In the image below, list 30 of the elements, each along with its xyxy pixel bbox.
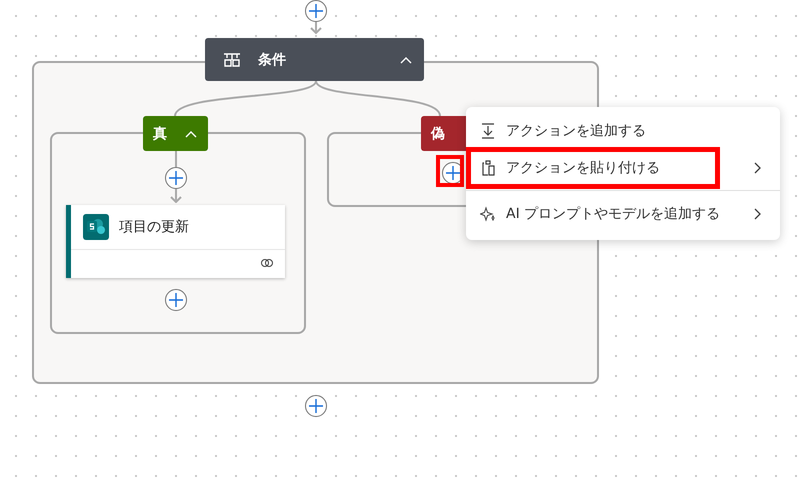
sparkle-icon [480, 206, 496, 222]
condition-icon [222, 52, 242, 68]
menu-item-label: AI プロンプトやモデルを追加する [506, 204, 722, 222]
menu-item[interactable]: AI プロンプトやモデルを追加する [466, 195, 780, 232]
add-step-button[interactable] [305, 0, 327, 22]
plus-icon [309, 399, 323, 413]
condition-title: 条件 [258, 50, 287, 68]
clipboard-icon [480, 160, 496, 176]
chevron-up-icon[interactable] [185, 130, 197, 138]
menu-item[interactable]: アクションを貼り付ける [466, 149, 780, 186]
arrow-drawing [170, 151, 182, 203]
plus-icon [309, 4, 323, 18]
action-title: 項目の更新 [119, 218, 189, 236]
highlight-frame [436, 155, 464, 187]
menu-item-label: アクションを貼り付ける [506, 158, 661, 176]
link-icon [260, 258, 274, 268]
chevron-up-icon[interactable] [400, 56, 412, 64]
condition-header[interactable]: 条件 [205, 38, 424, 81]
arrow-drawing [310, 22, 322, 34]
branch-title: 偽 [431, 124, 445, 142]
branch-title: 真 [153, 124, 167, 142]
action-card[interactable]: 項目の更新 [66, 205, 285, 278]
plus-icon [169, 293, 183, 307]
plus-icon [169, 171, 183, 185]
menu-item-label: アクションを追加する [506, 122, 647, 140]
branch-label[interactable]: 真 [143, 116, 208, 151]
plus-icon [446, 166, 460, 180]
insert-icon [480, 122, 496, 138]
sharepoint-icon [83, 214, 109, 240]
add-step-button[interactable] [305, 395, 327, 417]
